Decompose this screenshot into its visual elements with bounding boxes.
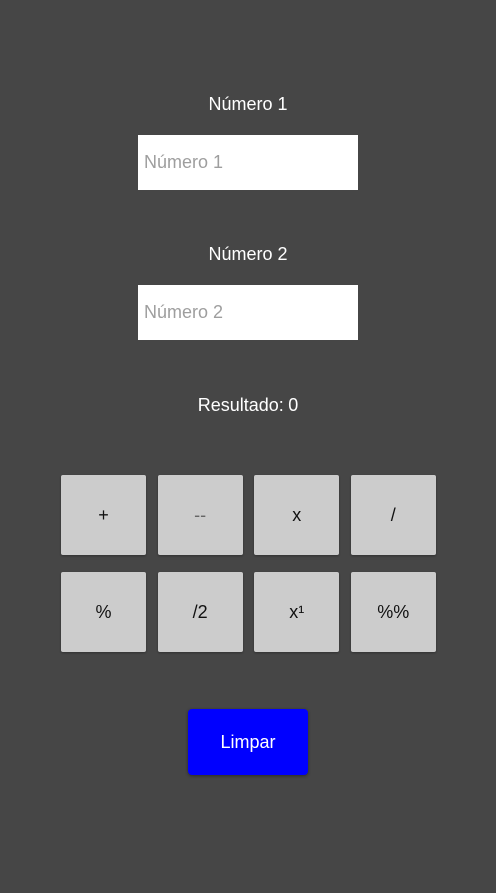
number2-input[interactable] [138,285,358,340]
divide-button[interactable]: / [350,475,436,555]
double-percent-button[interactable]: %% [350,572,436,652]
result-value: 0 [288,395,299,415]
multiply-button[interactable]: x [254,475,340,555]
operation-buttons: + -- x / % /2 x¹ %% [61,475,436,652]
percent-button[interactable]: % [61,572,146,652]
result-display: Resultado: 0 [0,394,496,416]
clear-button[interactable]: Limpar [188,709,308,775]
number1-input[interactable] [138,135,358,190]
number1-label: Número 1 [208,94,288,114]
power-button[interactable]: x¹ [254,572,340,652]
half-button[interactable]: /2 [157,572,243,652]
number2-label: Número 2 [208,244,288,264]
result-label: Resultado: [197,395,284,415]
add-button[interactable]: + [61,475,146,555]
subtract-button[interactable]: -- [157,475,243,555]
